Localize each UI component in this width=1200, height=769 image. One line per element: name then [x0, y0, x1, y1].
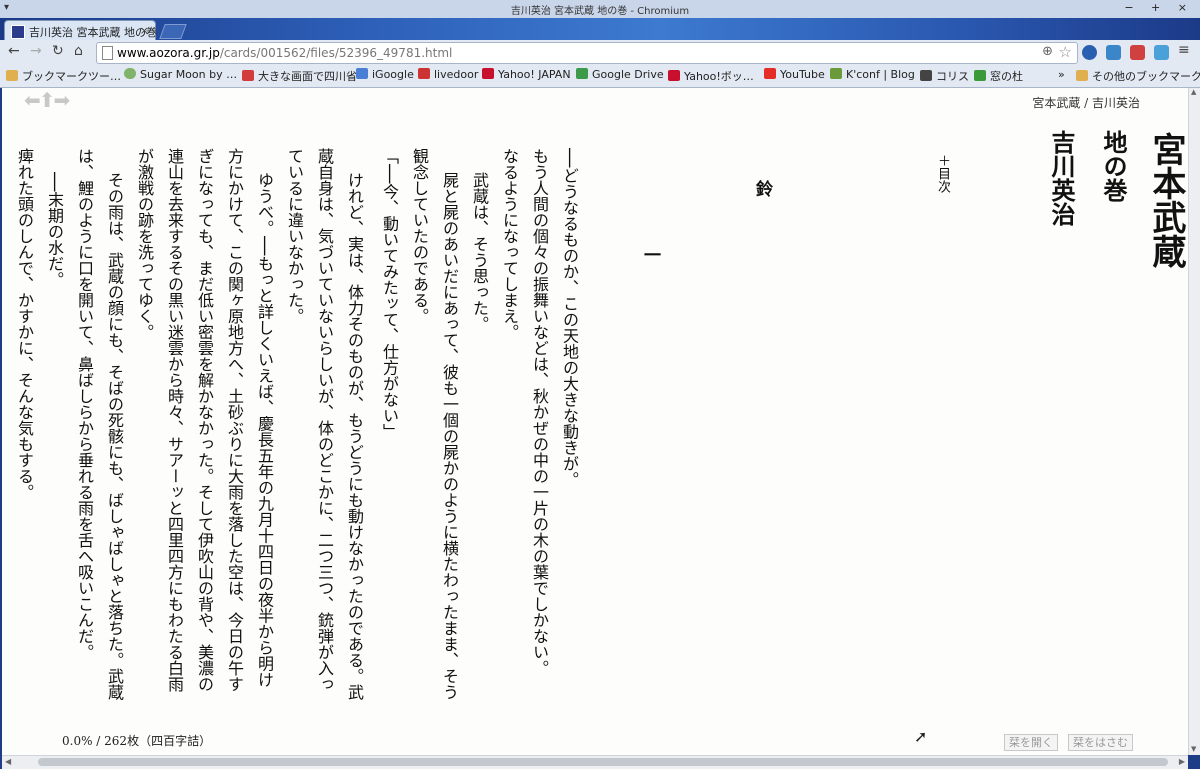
insert-bookmark-button[interactable]: 栞をはさむ — [1068, 734, 1133, 751]
window-titlebar: ▾ 吉川英治 宮本武蔵 地の巻 - Chromium − + × — [0, 0, 1200, 19]
text-line: その雨は、武蔵の顔にも、そばの死骸にも、ばしゃばしゃと落ちた。武蔵 — [105, 172, 124, 700]
book-title: 宮本武蔵 — [1146, 132, 1186, 268]
scroll-up-icon[interactable]: ▲ — [1191, 88, 1196, 96]
text-line: 観念していたのである。 — [410, 148, 429, 324]
text-line: 蔵自身は、気づいていないらしいが、体のどこかに、二つ三つ、銃弾が入っ — [315, 148, 334, 692]
browser-toolbar: ← → ↻ ⌂ www.aozora.gr.jp/cards/001562/fi… — [0, 40, 1200, 65]
page-icon — [102, 46, 113, 60]
text-line: もう人間の個々の振舞いなどは、秋かぜの中の一片の木の葉でしかない。 — [530, 148, 549, 676]
tab-close-icon[interactable]: × — [140, 24, 149, 37]
bookmark-item[interactable]: コリス — [920, 68, 969, 84]
text-line: は、鯉のように口を開いて、鼻ばしらから垂れる雨を舌へ吸いこんだ。 — [75, 148, 94, 660]
text-line: 連山を去来するその黒い迷雲から時々、サアーッと四里四方にもわたる白雨 — [165, 148, 184, 692]
bookmark-item[interactable]: Google Drive — [576, 68, 664, 81]
tab-active[interactable]: 吉川英治 宮本武蔵 地の巻 × — [4, 20, 157, 41]
toc-toggle[interactable]: ＋目次 — [934, 154, 950, 193]
bookmark-favicon-icon — [356, 68, 368, 79]
bookmark-item[interactable]: iGoogle — [356, 68, 414, 81]
text-line: ぎになっても、まだ低い密雲を解かなかった。そして伊吹山の背や、美濃の — [195, 148, 214, 692]
bookmark-favicon-icon — [920, 70, 932, 81]
extension-calendar-icon[interactable] — [1130, 45, 1145, 60]
text-line: なるようになってしまえ。 — [500, 148, 519, 340]
bookmark-favicon-icon — [576, 68, 588, 79]
bookmark-item[interactable]: ブックマークツー… — [6, 68, 121, 84]
address-bar[interactable]: www.aozora.gr.jp/cards/001562/files/5239… — [96, 42, 1078, 64]
bookmark-favicon-icon — [124, 68, 136, 79]
text-line: ているに違いなかった。 — [285, 148, 304, 324]
new-tab-button[interactable] — [159, 24, 187, 39]
bookmark-item[interactable]: Yahoo!ボッ… — [668, 68, 754, 84]
text-line: 痺れた頭のしんで、かすかに、そんな気もする。 — [15, 148, 34, 500]
text-line: 屍と屍のあいだにあって、彼も一個の屍かのように横たわったまま、そう — [440, 172, 459, 700]
scroll-left-icon[interactable]: ◀ — [5, 757, 11, 766]
bookmark-item[interactable]: 窓の杜 — [974, 68, 1023, 84]
text-line: 「──今、動いてみたッて、仕方がない」 — [380, 148, 399, 440]
url-text[interactable]: www.aozora.gr.jp/cards/001562/files/5239… — [117, 46, 452, 60]
folder-icon — [6, 70, 18, 81]
window-controls[interactable]: − + × — [1124, 1, 1194, 14]
bookmark-item[interactable]: Sugar Moon by … — [124, 68, 237, 81]
bookmark-favicon-icon — [830, 68, 842, 79]
window-title: 吉川英治 宮本武蔵 地の巻 - Chromium — [510, 6, 690, 17]
extension-translate-icon[interactable] — [1154, 45, 1169, 60]
zoom-icon[interactable]: ⊕ — [1042, 44, 1053, 59]
bookmark-favicon-icon — [242, 70, 254, 81]
text-line: 武蔵は、そう思った。 — [470, 172, 489, 332]
bookmark-item[interactable]: YouTube — [764, 68, 825, 81]
bookmark-item[interactable]: Yahoo! JAPAN — [482, 68, 571, 81]
back-button[interactable]: ← — [8, 43, 20, 59]
section-heading: 一 — [640, 246, 660, 263]
extension-clock-icon[interactable] — [1082, 45, 1097, 60]
bookmark-item[interactable]: livedoor — [418, 68, 478, 81]
mouse-cursor-icon: ➚ — [914, 727, 928, 746]
tab-label: 吉川英治 宮本武蔵 地の巻 — [29, 26, 157, 39]
bookmarks-overflow[interactable]: » — [1058, 68, 1065, 81]
open-bookmark-button[interactable]: 栞を開く — [1004, 734, 1058, 751]
page-content: ⬅⬆➡ 宮本武蔵 / 吉川英治 宮本武蔵 地の巻 吉川英治 ＋目次 鈴 一 ──… — [2, 88, 1188, 755]
bookmarks-bar: ブックマークツー… Sugar Moon by … 大きな画面で四川省 iGoo… — [0, 65, 1200, 88]
text-line: ──どうなるものか、この天地の大きな動きが。 — [560, 148, 579, 488]
bookmark-favicon-icon — [974, 70, 986, 81]
text-line: ゆうべ。──もっと詳しくいえば、慶長五年の九月十四日の夜半から明け — [255, 172, 274, 688]
book-author: 吉川英治 — [1047, 130, 1076, 226]
text-line: 方にかけて、この関ヶ原地方へ、土砂ぶりに大雨を落した空は、今日の午す — [225, 148, 244, 692]
tab-strip: 吉川英治 宮本武蔵 地の巻 × — [0, 18, 1200, 41]
menu-icon[interactable]: ≡ — [1178, 42, 1190, 58]
text-line: けれど、実は、体力そのものが、もうどうにも動けなかったのである。武 — [345, 172, 364, 700]
extension-list-icon[interactable] — [1106, 45, 1121, 60]
vertical-scrollbar[interactable]: ▲ ▼ — [1188, 88, 1200, 755]
folder-icon — [1076, 70, 1088, 81]
home-button[interactable]: ⌂ — [74, 43, 83, 59]
forward-button[interactable]: → — [30, 43, 42, 59]
bookmark-favicon-icon — [418, 68, 430, 79]
bookmark-favicon-icon — [668, 70, 680, 81]
other-bookmarks[interactable]: その他のブックマーク — [1076, 68, 1200, 84]
bookmark-favicon-icon — [482, 68, 494, 79]
page-nav-arrows[interactable]: ⬅⬆➡ — [24, 88, 70, 112]
reading-progress: 0.0% / 262枚（四百字詰） — [62, 734, 212, 748]
horizontal-scrollbar[interactable]: ◀ ▶ — [2, 755, 1188, 769]
horizontal-scrollbar-thumb[interactable] — [38, 758, 1168, 766]
book-subtitle: 地の巻 — [1099, 130, 1128, 202]
scroll-right-icon[interactable]: ▶ — [1179, 757, 1185, 766]
chapter-heading: 鈴 — [752, 180, 772, 197]
text-line: が激戦の跡を洗ってゆく。 — [135, 148, 154, 340]
bookmark-star-icon[interactable]: ☆ — [1059, 43, 1072, 61]
aozora-favicon-icon — [11, 25, 25, 39]
bookmark-item[interactable]: 大きな画面で四川省 — [242, 68, 357, 84]
byline: 宮本武蔵 / 吉川英治 — [1032, 96, 1140, 110]
scroll-down-icon[interactable]: ▼ — [1191, 745, 1196, 753]
bookmark-favicon-icon — [764, 68, 776, 79]
text-line: ──末期の水だ。 — [45, 172, 64, 288]
reload-button[interactable]: ↻ — [52, 43, 64, 59]
bookmark-item[interactable]: K'conf | Blog — [830, 68, 915, 81]
